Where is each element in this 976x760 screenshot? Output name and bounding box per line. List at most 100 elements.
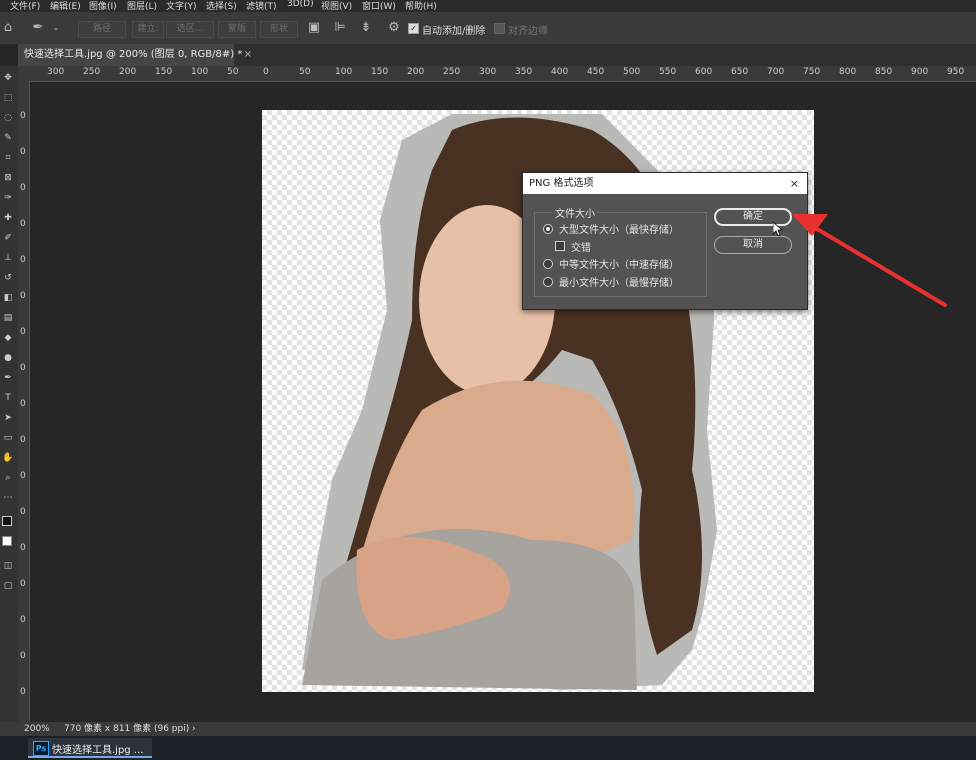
dialog-title-bar: PNG 格式选项 × — [523, 173, 807, 194]
rectangle-tool-icon[interactable]: ▭ — [2, 432, 14, 444]
ruler-label: 450 — [587, 67, 605, 77]
close-icon[interactable]: × — [244, 44, 252, 66]
ruler-label: 800 — [839, 67, 857, 77]
ruler-label: 200 — [407, 67, 425, 77]
quick-selection-tool-icon[interactable]: ✎ — [2, 132, 14, 144]
zoom-tool-icon[interactable]: ⌕ — [2, 472, 14, 484]
close-icon[interactable]: × — [790, 173, 799, 194]
menu-layer[interactable]: 图层(L) — [127, 0, 157, 12]
ruler-label: 0 — [20, 687, 26, 697]
align-edges-checkbox[interactable] — [494, 23, 505, 34]
ruler-label: 150 — [155, 67, 173, 77]
menu-filter[interactable]: 滤镜(T) — [246, 0, 277, 12]
menu-image[interactable]: 图像(I) — [89, 0, 117, 12]
radio-large-file[interactable] — [543, 224, 553, 234]
clone-stamp-tool-icon[interactable]: ⊥ — [2, 252, 14, 264]
crop-tool-icon[interactable]: ⌗ — [2, 152, 14, 164]
gear-icon[interactable]: ⚙ — [386, 20, 402, 36]
photoshop-icon: Ps — [33, 741, 49, 756]
ruler-label: 150 — [371, 67, 389, 77]
document-tab-label: 快速选择工具.jpg @ 200% (图层 0, RGB/8#) * — [24, 49, 243, 60]
blur-tool-icon[interactable]: ◆ — [2, 332, 14, 344]
ruler-label: 0 — [20, 471, 26, 481]
make-shape-button[interactable]: 形状 — [260, 21, 298, 38]
type-tool-icon[interactable]: T — [2, 392, 14, 404]
ruler-label: 750 — [803, 67, 821, 77]
ruler-label: 0 — [20, 399, 26, 409]
zoom-level[interactable]: 200% — [24, 722, 50, 736]
menu-select[interactable]: 选择(S) — [206, 0, 237, 12]
history-brush-tool-icon[interactable]: ↺ — [2, 272, 14, 284]
ruler-label: 900 — [911, 67, 929, 77]
document-info: 770 像素 x 811 像素 (96 ppi) — [64, 724, 190, 734]
eyedropper-tool-icon[interactable]: ✑ — [2, 192, 14, 204]
png-options-dialog: PNG 格式选项 × 文件大小 大型文件大小（最快存储） 交错 中等文件大小（中… — [522, 172, 808, 310]
quick-mask-icon[interactable]: ◫ — [2, 560, 14, 572]
menu-window[interactable]: 窗口(W) — [362, 0, 396, 12]
taskbar-photoshop-item[interactable]: Ps 快速选择工具.jpg ... — [28, 738, 152, 758]
marquee-tool-icon[interactable]: ⬚ — [2, 92, 14, 104]
ruler-label: 500 — [623, 67, 641, 77]
ruler-label: 0 — [20, 219, 26, 229]
path-alignment-icon[interactable]: ⊫ — [332, 20, 348, 36]
make-selection-button[interactable]: 选区... — [166, 21, 214, 38]
ruler-label: 400 — [551, 67, 569, 77]
ruler-label: 0 — [20, 291, 26, 301]
make-label: 建立: — [132, 21, 164, 38]
menu-view[interactable]: 视图(V) — [321, 0, 352, 12]
foreground-color-swatch[interactable] — [2, 516, 12, 526]
menu-file[interactable]: 文件(F) — [10, 0, 40, 12]
menu-edit[interactable]: 编辑(E) — [50, 0, 81, 12]
dodge-tool-icon[interactable]: ● — [2, 352, 14, 364]
ruler-label: 850 — [875, 67, 893, 77]
healing-brush-tool-icon[interactable]: ✚ — [2, 212, 14, 224]
ruler-label: 0 — [20, 543, 26, 553]
path-arrangement-icon[interactable]: ⇟ — [358, 20, 374, 36]
pen-tool-icon[interactable]: ✒ — [30, 20, 46, 36]
pen-tool-icon-side[interactable]: ✒ — [2, 372, 14, 384]
path-operations-icon[interactable]: ▣ — [306, 20, 322, 36]
eraser-tool-icon[interactable]: ◧ — [2, 292, 14, 304]
taskbar-item-label: 快速选择工具.jpg ... — [52, 745, 144, 756]
status-expand-icon[interactable]: › — [192, 722, 196, 736]
radio-medium-file[interactable] — [543, 259, 553, 269]
ruler-vertical: 0 0 0 0 0 0 0 0 0 0 0 0 0 0 0 0 0 — [18, 81, 30, 722]
chevron-down-icon[interactable]: ⌄ — [48, 20, 64, 36]
ruler-label: 100 — [191, 67, 209, 77]
screen-mode-icon[interactable]: ▢ — [2, 580, 14, 592]
path-mode-select[interactable]: 路径 — [78, 21, 126, 38]
option-medium-file-label: 中等文件大小（中速存储） — [559, 260, 679, 271]
tools-panel: ✥ ⬚ ◌ ✎ ⌗ ⊠ ✑ ✚ ✐ ⊥ ↺ ◧ ▤ ◆ ● ✒ T ➤ ▭ ✋ … — [0, 66, 19, 722]
brush-tool-icon[interactable]: ✐ — [2, 232, 14, 244]
make-mask-button[interactable]: 蒙版 — [218, 21, 256, 38]
file-size-label: 文件大小 — [553, 205, 597, 220]
ruler-label: 550 — [659, 67, 677, 77]
frame-tool-icon[interactable]: ⊠ — [2, 172, 14, 184]
menu-3d[interactable]: 3D(D) — [287, 0, 314, 9]
radio-small-file[interactable] — [543, 277, 553, 287]
move-tool-icon[interactable]: ✥ — [2, 72, 14, 84]
gradient-tool-icon[interactable]: ▤ — [2, 312, 14, 324]
more-tools-icon[interactable]: ⋯ — [2, 492, 14, 504]
ruler-label: 0 — [20, 615, 26, 625]
ruler-label: 950 — [947, 67, 965, 77]
dialog-title: PNG 格式选项 — [529, 178, 594, 189]
ruler-label: 0 — [20, 579, 26, 589]
hand-tool-icon[interactable]: ✋ — [2, 452, 14, 464]
auto-add-delete-checkbox[interactable]: ✓ — [408, 23, 419, 34]
interlaced-label: 交错 — [571, 243, 591, 254]
lasso-tool-icon[interactable]: ◌ — [2, 112, 14, 124]
background-color-swatch[interactable] — [2, 536, 12, 546]
interlaced-checkbox[interactable] — [555, 241, 565, 251]
cancel-button[interactable]: 取消 — [714, 236, 792, 254]
menu-help[interactable]: 帮助(H) — [405, 0, 437, 12]
ruler-label: 0 — [20, 435, 26, 445]
path-selection-tool-icon[interactable]: ➤ — [2, 412, 14, 424]
ruler-label: 0 — [20, 507, 26, 517]
menu-type[interactable]: 文字(Y) — [166, 0, 197, 12]
annotation-arrow-shaft — [810, 224, 947, 307]
document-tab[interactable]: 快速选择工具.jpg @ 200% (图层 0, RGB/8#) * × — [18, 44, 252, 66]
ruler-label: 50 — [299, 67, 311, 77]
ruler-label: 650 — [731, 67, 749, 77]
home-icon[interactable]: ⌂ — [0, 20, 16, 36]
